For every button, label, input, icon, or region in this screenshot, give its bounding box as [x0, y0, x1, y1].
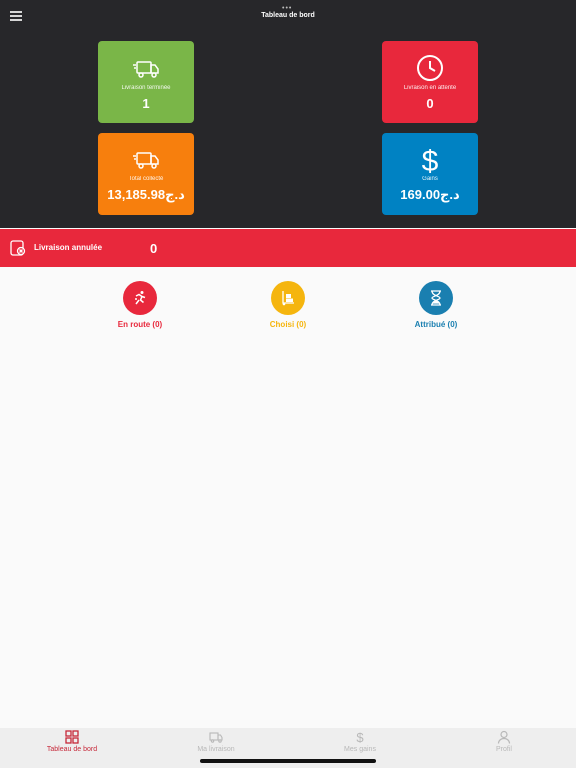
header: ••• Tableau de bord Livraison terminée 1…	[0, 0, 576, 228]
dashboard-grid-icon	[65, 730, 79, 744]
card-value: 13,185.98د.ج	[107, 187, 185, 202]
nav-item-my-earnings[interactable]: $ Mes gains	[288, 730, 432, 753]
user-icon	[497, 730, 511, 744]
window-dots[interactable]: •••	[282, 5, 292, 12]
cancel-box-icon	[10, 240, 26, 256]
card-earnings[interactable]: $ Gains 169.00د.ج	[382, 133, 478, 215]
card-value: 0	[426, 96, 434, 111]
clock-icon	[417, 55, 443, 81]
card-value: 1	[142, 96, 150, 111]
running-person-icon	[135, 291, 146, 305]
nav-item-dashboard[interactable]: Tableau de bord	[0, 730, 144, 753]
nav-label: Tableau de bord	[46, 746, 98, 753]
nav-item-profile[interactable]: Profil	[432, 730, 576, 753]
cancelled-deliveries-bar[interactable]: Livraison annulée 0	[0, 229, 576, 267]
card-label: Livraison en attente	[403, 85, 457, 91]
page-title: Tableau de bord	[261, 12, 315, 19]
card-completed-deliveries[interactable]: Livraison terminée 1	[98, 41, 194, 123]
nav-item-my-delivery[interactable]: Ma livraison	[144, 730, 288, 753]
dollar-icon: $	[356, 730, 364, 744]
nav-label: Ma livraison	[197, 746, 235, 753]
card-label: Gains	[422, 176, 438, 182]
home-indicator	[200, 759, 376, 763]
status-en-route[interactable]: En route (0)	[85, 281, 195, 329]
hourglass-icon	[431, 290, 441, 306]
dollar-icon: $	[422, 146, 439, 174]
card-value: 169.00د.ج	[400, 187, 460, 202]
hand-truck-icon	[282, 291, 294, 306]
truck-icon	[209, 732, 223, 743]
svg-text:$: $	[422, 146, 439, 174]
delivery-truck-icon	[133, 61, 159, 78]
card-label: Total collecté	[128, 176, 164, 182]
card-pending-deliveries[interactable]: Livraison en attente 0	[382, 41, 478, 123]
cancelled-value: 0	[150, 241, 158, 256]
cancelled-label: Livraison annulée	[34, 243, 103, 252]
card-total-collected[interactable]: Total collecté 13,185.98د.ج	[98, 133, 194, 215]
status-label: Choisi (0)	[269, 320, 307, 329]
delivery-truck-icon	[133, 152, 159, 169]
nav-label: Mes gains	[344, 746, 376, 753]
status-label: Attribué (0)	[414, 320, 458, 329]
status-label: En route (0)	[117, 320, 163, 329]
status-attribue[interactable]: Attribué (0)	[381, 281, 491, 329]
status-choisi[interactable]: Choisi (0)	[233, 281, 343, 329]
card-label: Livraison terminée	[121, 85, 171, 91]
svg-text:$: $	[356, 730, 364, 744]
nav-label: Profil	[496, 746, 512, 753]
